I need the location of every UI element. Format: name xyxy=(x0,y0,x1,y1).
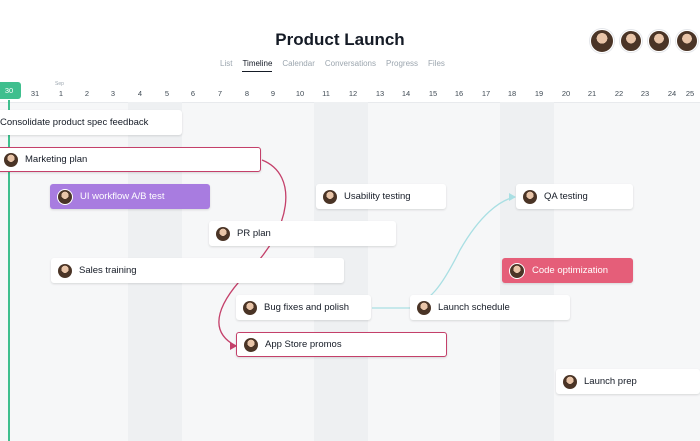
tab-files[interactable]: Files xyxy=(428,59,445,72)
date-label: 14 xyxy=(401,89,411,98)
date-label: 11 xyxy=(322,89,330,98)
date-label: 19 xyxy=(534,89,544,98)
assignee-avatar xyxy=(563,374,577,389)
task-label: Code optimization xyxy=(532,265,609,276)
assignee-avatar xyxy=(216,226,230,241)
task-label: Marketing plan xyxy=(25,154,88,165)
task-label: UI workflow A/B test xyxy=(80,191,165,202)
assignee-avatar xyxy=(4,152,18,167)
date-header: 30 Sep 31 1 2 3 4 5 6 7 8 9 10 11 12 13 … xyxy=(0,80,700,103)
date-label: 10 xyxy=(295,89,305,98)
date-label: 17 xyxy=(481,89,491,98)
task-bar[interactable]: Marketing plan xyxy=(0,147,261,172)
date-label: 20 xyxy=(561,89,571,98)
task-bar[interactable]: Consolidate product spec feedback xyxy=(0,110,182,135)
date-label: 24 xyxy=(667,89,677,98)
date-label: 13 xyxy=(375,89,385,98)
task-bar[interactable]: PR plan xyxy=(209,221,396,246)
date-label: 3 xyxy=(110,89,116,98)
date-label: 25 xyxy=(685,89,695,98)
date-label: 16 xyxy=(454,89,464,98)
date-label: 22 xyxy=(614,89,624,98)
date-label: 23 xyxy=(640,89,650,98)
task-label: Sales training xyxy=(79,265,137,276)
date-label: 4 xyxy=(137,89,143,98)
date-label: 18 xyxy=(507,89,517,98)
assignee-avatar xyxy=(323,189,337,204)
date-label: 1 xyxy=(58,89,64,98)
task-label: PR plan xyxy=(237,228,271,239)
assignee-avatar xyxy=(244,337,258,352)
task-label: Usability testing xyxy=(344,191,411,202)
member-avatar[interactable] xyxy=(648,30,670,52)
task-bar[interactable]: QA testing xyxy=(516,184,633,209)
tab-list[interactable]: List xyxy=(220,59,232,72)
page-title: Product Launch xyxy=(275,30,405,49)
date-label: 7 xyxy=(217,89,223,98)
date-label: 12 xyxy=(348,89,358,98)
task-bar[interactable]: Sales training xyxy=(51,258,344,283)
task-bar[interactable]: Code optimization xyxy=(502,258,633,283)
date-label: 15 xyxy=(428,89,438,98)
task-label: QA testing xyxy=(544,191,588,202)
assignee-avatar xyxy=(417,300,431,315)
date-label: 9 xyxy=(270,89,276,98)
today-marker: 30 xyxy=(0,82,21,99)
task-label: App Store promos xyxy=(265,339,342,350)
assignee-avatar xyxy=(57,188,73,205)
task-label: Bug fixes and polish xyxy=(264,302,350,313)
task-label: Launch schedule xyxy=(438,302,510,313)
task-bar[interactable]: App Store promos xyxy=(236,332,447,357)
task-bar[interactable]: Usability testing xyxy=(316,184,446,209)
date-label: 6 xyxy=(190,89,196,98)
tab-calendar[interactable]: Calendar xyxy=(282,59,314,72)
member-avatar[interactable] xyxy=(676,30,698,52)
date-label: 5 xyxy=(164,89,170,98)
tab-conversations[interactable]: Conversations xyxy=(325,59,376,72)
task-bar[interactable]: Launch prep xyxy=(556,369,700,394)
date-label: 31 xyxy=(30,89,40,98)
month-label: Sep xyxy=(55,81,64,87)
tab-progress[interactable]: Progress xyxy=(386,59,418,72)
task-label: Consolidate product spec feedback xyxy=(0,117,149,128)
project-header: Product Launch List Timeline Calendar Co… xyxy=(0,0,700,80)
view-tabs: List Timeline Calendar Conversations Pro… xyxy=(220,59,445,72)
date-label: 21 xyxy=(587,89,597,98)
tab-timeline[interactable]: Timeline xyxy=(242,59,273,72)
task-bar[interactable]: Launch schedule xyxy=(410,295,570,320)
date-label: 2 xyxy=(84,89,90,98)
date-label: 8 xyxy=(244,89,250,98)
task-bar[interactable]: Bug fixes and polish xyxy=(236,295,371,320)
assignee-avatar xyxy=(509,262,525,279)
assignee-avatar xyxy=(58,263,72,278)
project-members xyxy=(590,29,698,53)
assignee-avatar xyxy=(243,300,257,315)
assignee-avatar xyxy=(523,189,537,204)
member-avatar[interactable] xyxy=(620,30,642,52)
task-label: Launch prep xyxy=(584,376,637,387)
member-avatar[interactable] xyxy=(590,29,614,53)
task-bar[interactable]: UI workflow A/B test xyxy=(50,184,210,209)
